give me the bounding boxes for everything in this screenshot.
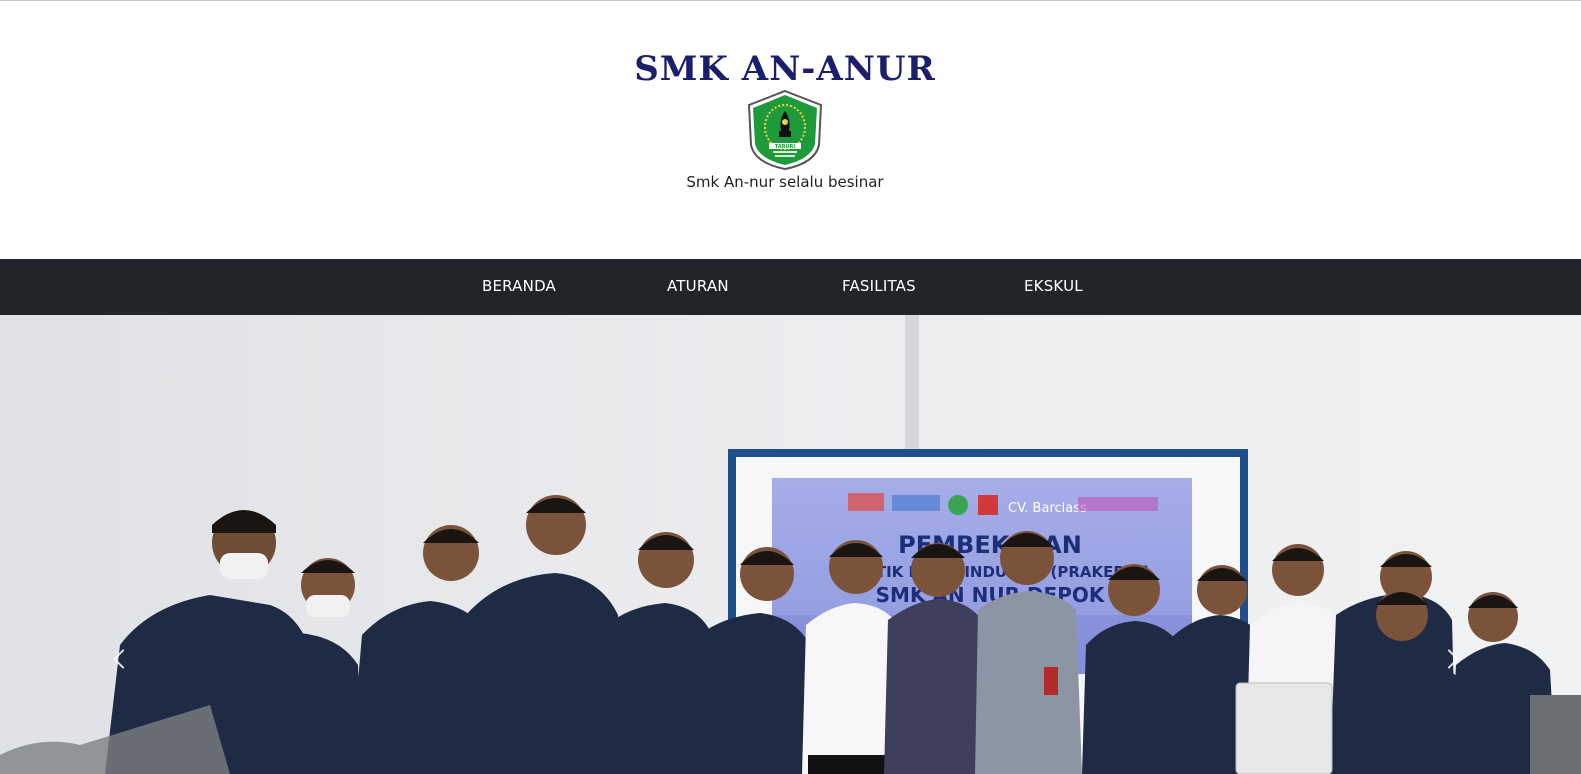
banner-sponsor-text: CV. Barclass <box>1008 501 1087 516</box>
site-title: SMK AN-ANUR <box>634 49 936 89</box>
nav-item-beranda[interactable]: BERANDA <box>482 277 556 295</box>
site-header: SMK AN-ANUR TARURI Smk An-nur selalu bes… <box>0 1 1581 259</box>
svg-text:TARURI: TARURI <box>775 144 796 150</box>
nav-item-fasilitas[interactable]: FASILITAS <box>842 277 916 295</box>
carousel-slide-image: CV. Barclass PEMBEKALAN PRAKTIK KERJA IN… <box>0 315 1581 774</box>
chevron-right-icon <box>1439 649 1459 669</box>
site-tagline: Smk An-nur selalu besinar <box>686 173 884 191</box>
main-navbar: BERANDA ATURAN FASILITAS EKSKUL <box>0 259 1581 315</box>
nav-item-aturan[interactable]: ATURAN <box>667 277 729 295</box>
school-logo: TARURI <box>745 89 825 171</box>
chevron-left-icon <box>113 649 133 669</box>
carousel-next-button[interactable] <box>1436 640 1466 680</box>
carousel-prev-button[interactable] <box>104 640 134 680</box>
hero-carousel: CV. Barclass PEMBEKALAN PRAKTIK KERJA IN… <box>0 315 1581 774</box>
nav-item-ekskul[interactable]: EKSKUL <box>1024 277 1083 295</box>
